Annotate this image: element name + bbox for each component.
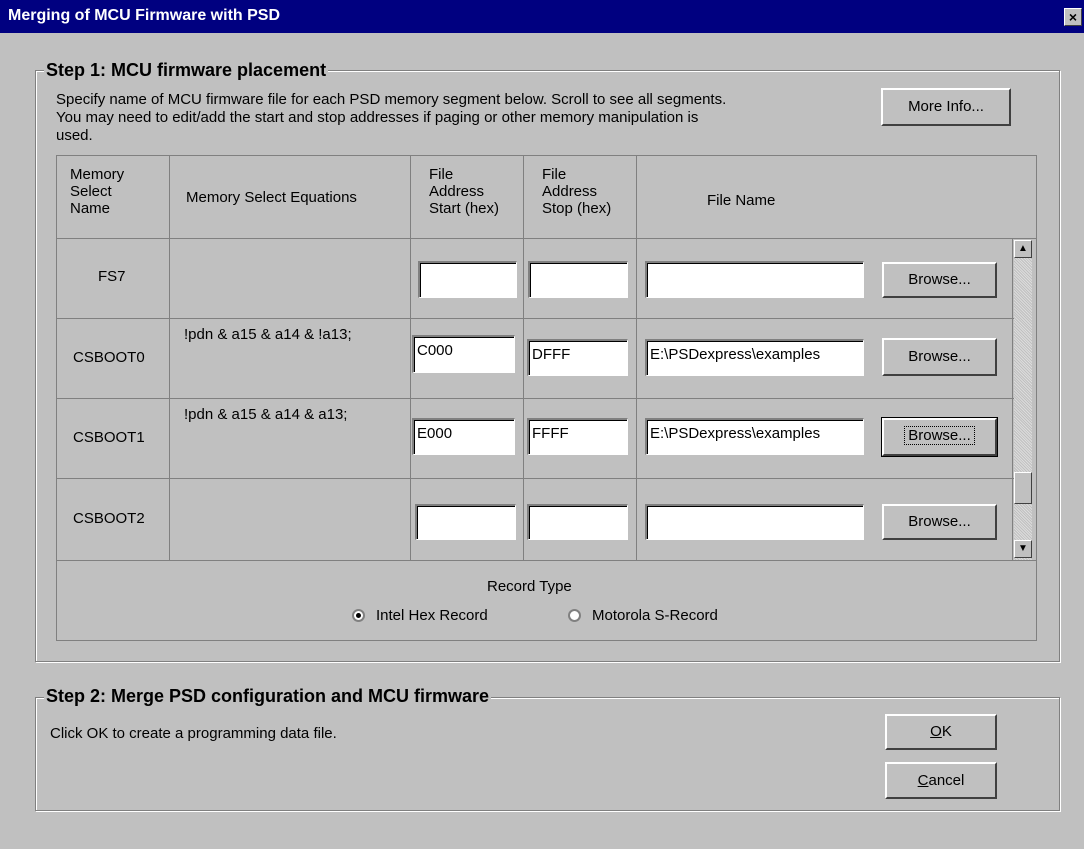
row-csboot0-equation: !pdn & a15 & a14 & !a13; [184, 326, 352, 343]
radio-intel-hex-label[interactable]: Intel Hex Record [376, 607, 488, 624]
row-csboot2-browse-button[interactable]: Browse... [882, 504, 997, 540]
browse-focus-label: Browse... [904, 426, 975, 445]
window-title: Merging of MCU Firmware with PSD [8, 7, 281, 24]
row-csboot2-stop-input[interactable] [527, 504, 628, 540]
grid-col-divider-4 [636, 155, 637, 560]
row-csboot2-name: CSBOOT2 [73, 510, 145, 527]
row-csboot0-stop-input[interactable]: DFFF [527, 339, 628, 376]
step2-title: Step 2: Merge PSD configuration and MCU … [44, 686, 492, 707]
scroll-up-icon[interactable]: ▲ [1014, 240, 1032, 258]
grid-col-divider-3 [523, 155, 524, 560]
header-memory-select-name: Memory Select Name [70, 166, 125, 217]
grid-right-border [1036, 155, 1037, 641]
row-csboot0-start-input[interactable]: C000 [412, 335, 515, 373]
more-info-button[interactable]: More Info... [881, 88, 1011, 126]
grid-bottom-border [56, 640, 1036, 641]
scrollbar-thumb[interactable] [1014, 472, 1032, 504]
vertical-scrollbar[interactable] [1014, 240, 1032, 560]
step1-title: Step 1: MCU firmware placement [44, 60, 329, 81]
row-fs7-start-input[interactable] [418, 261, 517, 298]
row-fs7-name: FS7 [98, 268, 126, 285]
grid-top-border [56, 155, 1036, 156]
header-file-name: File Name [707, 192, 776, 209]
title-bar: Merging of MCU Firmware with PSD × [0, 0, 1084, 33]
row-csboot0-name: CSBOOT0 [73, 349, 145, 366]
record-type-label: Record Type [487, 578, 572, 595]
row-csboot1-stop-input[interactable]: FFFF [527, 418, 628, 455]
grid-body-bottom [56, 560, 1036, 561]
grid-left-border [56, 155, 57, 641]
cancel-button[interactable]: Cancel [885, 762, 997, 799]
row-csboot2-file-input[interactable] [645, 504, 864, 540]
row-csboot2-start-input[interactable] [415, 504, 516, 540]
row-csboot1-start-input[interactable]: E000 [412, 418, 515, 455]
step1-instructions-line2: You may need to edit/add the start and s… [56, 109, 699, 126]
radio-intel-hex[interactable] [352, 609, 365, 622]
step1-instructions-line3: used. [56, 127, 93, 144]
close-icon[interactable]: × [1064, 8, 1082, 26]
scroll-down-icon[interactable]: ▼ [1014, 540, 1032, 558]
header-equations: Memory Select Equations [186, 189, 357, 206]
row-csboot0-browse-button[interactable]: Browse... [882, 338, 997, 376]
row-csboot1-equation: !pdn & a15 & a14 & a13; [184, 406, 348, 423]
row-csboot0-file-input[interactable]: E:\PSDexpress\examples [645, 339, 864, 376]
grid-row-divider-1 [56, 318, 1014, 319]
row-csboot1-browse-button[interactable]: Browse... [881, 417, 998, 457]
grid-col-divider-1 [169, 155, 170, 560]
radio-motorola-s-record[interactable] [568, 609, 581, 622]
row-csboot1-file-input[interactable]: E:\PSDexpress\examples [645, 418, 864, 455]
radio-selected-dot [356, 613, 361, 618]
grid-col-divider-2 [410, 155, 411, 560]
row-fs7-file-input[interactable] [645, 261, 864, 298]
row-fs7-browse-button[interactable]: Browse... [882, 262, 997, 298]
row-fs7-stop-input[interactable] [528, 261, 628, 298]
step2-instructions: Click OK to create a programming data fi… [50, 725, 337, 742]
step1-instructions-line1: Specify name of MCU firmware file for ea… [56, 91, 727, 108]
header-file-address-stop: File Address Stop (hex) [542, 166, 612, 217]
row-csboot1-name: CSBOOT1 [73, 429, 145, 446]
ok-button[interactable]: OK [885, 714, 997, 750]
grid-scroll-divider [1012, 238, 1013, 560]
radio-motorola-label[interactable]: Motorola S-Record [592, 607, 718, 624]
grid-row-divider-2 [56, 398, 1014, 399]
grid-header-divider [56, 238, 1036, 239]
header-file-address-start: File Address Start (hex) [429, 166, 500, 217]
grid-row-divider-3 [56, 478, 1014, 479]
